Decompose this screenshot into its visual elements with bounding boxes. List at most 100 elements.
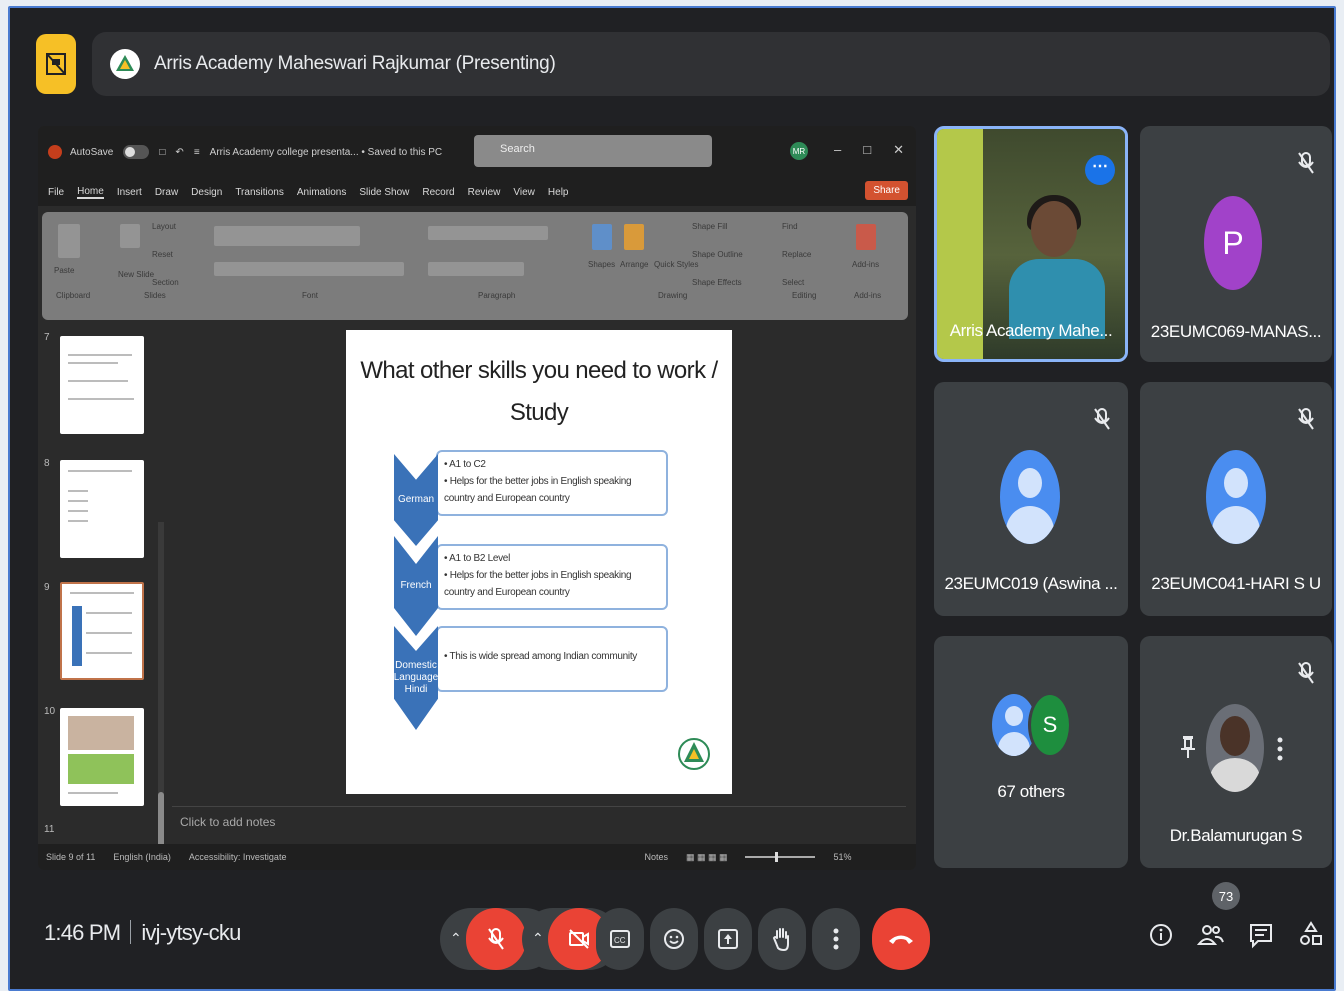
participant-tile[interactable]: 23EUMC019 (Aswina ... bbox=[934, 382, 1128, 616]
slide-number-9: 9 bbox=[44, 582, 50, 593]
presenting-badge[interactable] bbox=[36, 34, 76, 94]
addins-button[interactable] bbox=[856, 224, 876, 250]
others-tile[interactable]: S 67 others bbox=[934, 636, 1128, 868]
presenter-bar: Arris Academy Maheswari Rajkumar (Presen… bbox=[30, 28, 1330, 100]
chat-icon[interactable] bbox=[1246, 918, 1276, 952]
select-button[interactable]: Select bbox=[782, 278, 804, 290]
participant-tile[interactable]: Dr.Balamurugan S bbox=[1140, 636, 1332, 868]
mic-off-icon bbox=[1298, 662, 1314, 684]
meet-window: Arris Academy Maheswari Rajkumar (Presen… bbox=[8, 6, 1336, 991]
meeting-code[interactable]: ivj-ytsy-cku bbox=[141, 920, 241, 945]
tab-animations[interactable]: Animations bbox=[297, 187, 346, 198]
presenter-name: Arris Academy Maheswari Rajkumar (Presen… bbox=[154, 53, 556, 74]
language-status[interactable]: English (India) bbox=[113, 852, 171, 862]
tab-transitions[interactable]: Transitions bbox=[235, 187, 284, 198]
doc-title[interactable]: Arris Academy college presenta... • Save… bbox=[210, 147, 443, 158]
meeting-info: 1:46 PM ivj-ytsy-cku bbox=[44, 920, 241, 946]
participant-tile-presenter[interactable]: ⋯ Arris Academy Mahe... bbox=[934, 126, 1128, 362]
notes-pane[interactable]: Click to add notes bbox=[172, 806, 906, 838]
notes-button[interactable]: Notes bbox=[644, 852, 668, 862]
shared-screen: AutoSave □ ↶ ≡ Arris Academy college pre… bbox=[38, 126, 916, 870]
captions-button[interactable]: CC bbox=[596, 908, 644, 970]
present-button[interactable] bbox=[704, 908, 752, 970]
slide-title: What other skills you need to work / Stu… bbox=[360, 357, 718, 426]
participant-tile[interactable]: 23EUMC041-HARI S U bbox=[1140, 382, 1332, 616]
activities-icon[interactable] bbox=[1296, 918, 1326, 952]
current-slide: What other skills you need to work / Stu… bbox=[346, 330, 732, 794]
tab-draw[interactable]: Draw bbox=[155, 187, 178, 198]
font-group: Font bbox=[212, 220, 412, 300]
chevron-french: French bbox=[394, 536, 438, 636]
customize-icon[interactable]: ≡ bbox=[194, 147, 200, 158]
skill-bullet: • A1 to B2 Level bbox=[444, 553, 510, 564]
editing-group-label: Editing bbox=[792, 291, 817, 300]
skill-bullet: • Helps for the better jobs in English s… bbox=[444, 476, 632, 504]
info-icon[interactable] bbox=[1146, 918, 1176, 952]
slide-thumbnail-10[interactable] bbox=[60, 708, 144, 806]
undo-icon[interactable]: ↶ bbox=[175, 147, 183, 158]
save-icon[interactable]: □ bbox=[159, 147, 165, 158]
skill-bullet: • Helps for the better jobs in English s… bbox=[444, 570, 632, 598]
tile-options-button[interactable]: ⋯ bbox=[1085, 155, 1115, 185]
clipboard-group-label: Clipboard bbox=[56, 291, 91, 300]
list-buttons[interactable] bbox=[428, 226, 548, 240]
addins-label: Add-ins bbox=[852, 260, 880, 269]
tab-slide-show[interactable]: Slide Show bbox=[359, 187, 409, 198]
mic-off-icon bbox=[488, 928, 504, 950]
font-format-row[interactable] bbox=[214, 262, 404, 276]
paste-button[interactable] bbox=[58, 224, 80, 258]
tab-help[interactable]: Help bbox=[548, 187, 569, 198]
arrange-button[interactable] bbox=[624, 224, 644, 250]
skill-box-german: • A1 to C2 • Helps for the better jobs i… bbox=[436, 450, 668, 516]
section-button[interactable]: Section bbox=[152, 278, 179, 290]
tab-file[interactable]: File bbox=[48, 187, 64, 198]
accessibility-status[interactable]: Accessibility: Investigate bbox=[189, 852, 287, 862]
tab-review[interactable]: Review bbox=[468, 187, 501, 198]
more-options-button[interactable] bbox=[812, 908, 860, 970]
present-screen-icon bbox=[718, 929, 738, 949]
pp-search-box[interactable]: Search bbox=[474, 135, 712, 167]
captions-icon: CC bbox=[610, 930, 630, 948]
people-icon[interactable] bbox=[1196, 918, 1226, 952]
tab-view[interactable]: View bbox=[513, 187, 535, 198]
others-count: 67 others bbox=[997, 782, 1065, 801]
tab-design[interactable]: Design bbox=[191, 187, 222, 198]
thumbnail-scrollbar[interactable] bbox=[158, 522, 164, 870]
pin-icon[interactable] bbox=[1180, 734, 1196, 760]
svg-text:CC: CC bbox=[614, 936, 626, 945]
default-avatar-icon bbox=[1206, 450, 1266, 544]
zoom-slider[interactable] bbox=[745, 852, 816, 862]
align-buttons[interactable] bbox=[428, 262, 524, 276]
addins-group: Add-ins Add-ins bbox=[848, 220, 900, 300]
slide-thumbnail-8[interactable] bbox=[60, 460, 144, 558]
shape-effects-button[interactable]: Shape Effects bbox=[692, 278, 742, 290]
close-icon[interactable]: ✕ bbox=[893, 142, 904, 158]
font-name-box[interactable] bbox=[214, 226, 360, 246]
minimize-icon[interactable]: – bbox=[834, 142, 841, 158]
pp-user-avatar[interactable]: MR bbox=[790, 142, 808, 160]
tab-home[interactable]: Home bbox=[77, 186, 104, 199]
shapes-button[interactable] bbox=[592, 224, 612, 250]
more-options-icon bbox=[833, 928, 839, 950]
leave-call-button[interactable] bbox=[872, 908, 930, 970]
raise-hand-button[interactable] bbox=[758, 908, 806, 970]
new-slide-button[interactable] bbox=[120, 224, 140, 248]
autosave-toggle[interactable] bbox=[123, 145, 150, 159]
reactions-button[interactable] bbox=[650, 908, 698, 970]
slide-count: Slide 9 of 11 bbox=[46, 852, 96, 862]
restore-icon[interactable]: □ bbox=[863, 142, 871, 158]
participant-name: Arris Academy Mahe... bbox=[949, 321, 1113, 340]
tab-record[interactable]: Record bbox=[422, 187, 454, 198]
view-buttons[interactable]: ▦ ▦ ▦ ▦ bbox=[686, 852, 728, 863]
participant-name: Dr.Balamurugan S bbox=[1169, 826, 1303, 845]
tab-insert[interactable]: Insert bbox=[117, 187, 142, 198]
participant-tile[interactable]: P 23EUMC069-MANAS... bbox=[1140, 126, 1332, 362]
mic-toggle-button[interactable] bbox=[466, 908, 526, 970]
slide-thumbnail-7[interactable] bbox=[60, 336, 144, 434]
more-vert-icon[interactable] bbox=[1276, 736, 1284, 762]
slides-group-label: Slides bbox=[144, 291, 166, 300]
share-button[interactable]: Share bbox=[865, 181, 908, 200]
addins-group-label: Add-ins bbox=[854, 291, 882, 300]
slide-thumbnail-9[interactable] bbox=[60, 582, 144, 680]
zoom-level[interactable]: 51% bbox=[833, 852, 851, 862]
